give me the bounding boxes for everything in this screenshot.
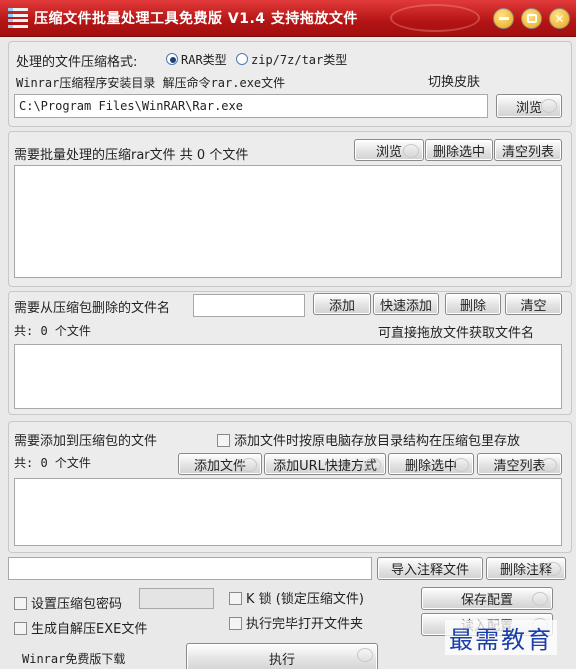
comment-input[interactable] — [8, 557, 372, 580]
checkbox-icon — [229, 617, 242, 630]
checkbox-icon — [14, 597, 27, 610]
checkbox-icon — [229, 592, 242, 605]
delete-remove-file-button[interactable]: 删除 — [445, 293, 501, 315]
radio-unselected-icon — [236, 53, 248, 65]
minimize-button[interactable] — [493, 8, 514, 29]
maximize-icon — [526, 14, 537, 23]
delete-comment-button[interactable]: 删除注释 — [486, 557, 566, 580]
quick-add-button[interactable]: 快速添加 — [373, 293, 439, 315]
remove-files-label: 需要从压缩包删除的文件名 — [14, 301, 171, 316]
batch-files-list[interactable] — [14, 165, 562, 278]
clear-batch-list-button[interactable]: 清空列表 — [494, 139, 562, 161]
remove-files-count: 共: 0 个文件 — [14, 324, 91, 338]
add-files-count: 共: 0 个文件 — [14, 456, 91, 470]
format-label: 处理的文件压缩格式: — [16, 55, 138, 70]
delete-selected-add-button[interactable]: 删除选中 — [388, 453, 474, 475]
add-files-list[interactable] — [14, 478, 562, 546]
title-bar: 压缩文件批量处理工具免费版 V1.4 支持拖放文件 ✕ — [0, 0, 576, 37]
radio-selected-icon — [166, 53, 178, 65]
close-icon: ✕ — [554, 11, 565, 26]
browse-winrar-button[interactable]: 浏览 — [496, 94, 562, 118]
keep-structure-checkbox[interactable]: 添加文件时按原电脑存放目录结构在压缩包里存放 — [217, 430, 520, 449]
close-button[interactable]: ✕ — [549, 8, 570, 29]
watermark-text: 最需教育 — [445, 620, 557, 655]
remove-files-list[interactable] — [14, 344, 562, 409]
checkbox-icon — [217, 434, 230, 447]
sfx-checkbox[interactable]: 生成自解压EXE文件 — [14, 618, 147, 637]
format-rar-radio[interactable]: RAR类型 — [166, 51, 227, 68]
remove-filename-input[interactable] — [193, 294, 305, 317]
winrar-path-input[interactable]: C:\Program Files\WinRAR\Rar.exe — [14, 94, 488, 118]
winrar-dir-label: Winrar压缩程序安装目录 解压命令rar.exe文件 — [16, 76, 286, 90]
maximize-button[interactable] — [521, 8, 542, 29]
save-config-button[interactable]: 保存配置 — [421, 587, 553, 610]
clear-add-list-button[interactable]: 清空列表 — [477, 453, 562, 475]
batch-files-label: 需要批量处理的压缩rar文件 共 0 个文件 — [14, 148, 249, 163]
clear-remove-files-button[interactable]: 清空 — [505, 293, 562, 315]
import-comment-button[interactable]: 导入注释文件 — [377, 557, 483, 580]
drag-hint: 可直接拖放文件获取文件名 — [378, 326, 535, 341]
password-input[interactable] — [139, 588, 214, 609]
checkbox-icon — [14, 622, 27, 635]
delete-selected-batch-button[interactable]: 删除选中 — [425, 139, 493, 161]
minimize-icon — [498, 17, 509, 20]
add-file-button[interactable]: 添加文件 — [178, 453, 262, 475]
set-password-checkbox[interactable]: 设置压缩包密码 — [14, 593, 122, 612]
execute-button[interactable]: 执行 — [186, 643, 378, 669]
winrar-download-link[interactable]: Winrar免费版下载 — [22, 650, 125, 667]
window-title: 压缩文件批量处理工具免费版 V1.4 支持拖放文件 — [34, 11, 358, 27]
add-remove-file-button[interactable]: 添加 — [313, 293, 371, 315]
open-folder-checkbox[interactable]: 执行完毕打开文件夹 — [229, 613, 363, 632]
add-url-shortcut-button[interactable]: 添加URL快捷方式 — [264, 453, 386, 475]
add-files-label: 需要添加到压缩包的文件 — [14, 434, 158, 449]
k-lock-checkbox[interactable]: K 锁 (锁定压缩文件) — [229, 588, 364, 607]
app-icon — [8, 8, 28, 28]
switch-skin-link[interactable]: 切换皮肤 — [428, 71, 480, 90]
browse-batch-button[interactable]: 浏览 — [354, 139, 424, 161]
format-zip-radio[interactable]: zip/7z/tar类型 — [236, 51, 347, 68]
title-decoration — [390, 4, 480, 32]
